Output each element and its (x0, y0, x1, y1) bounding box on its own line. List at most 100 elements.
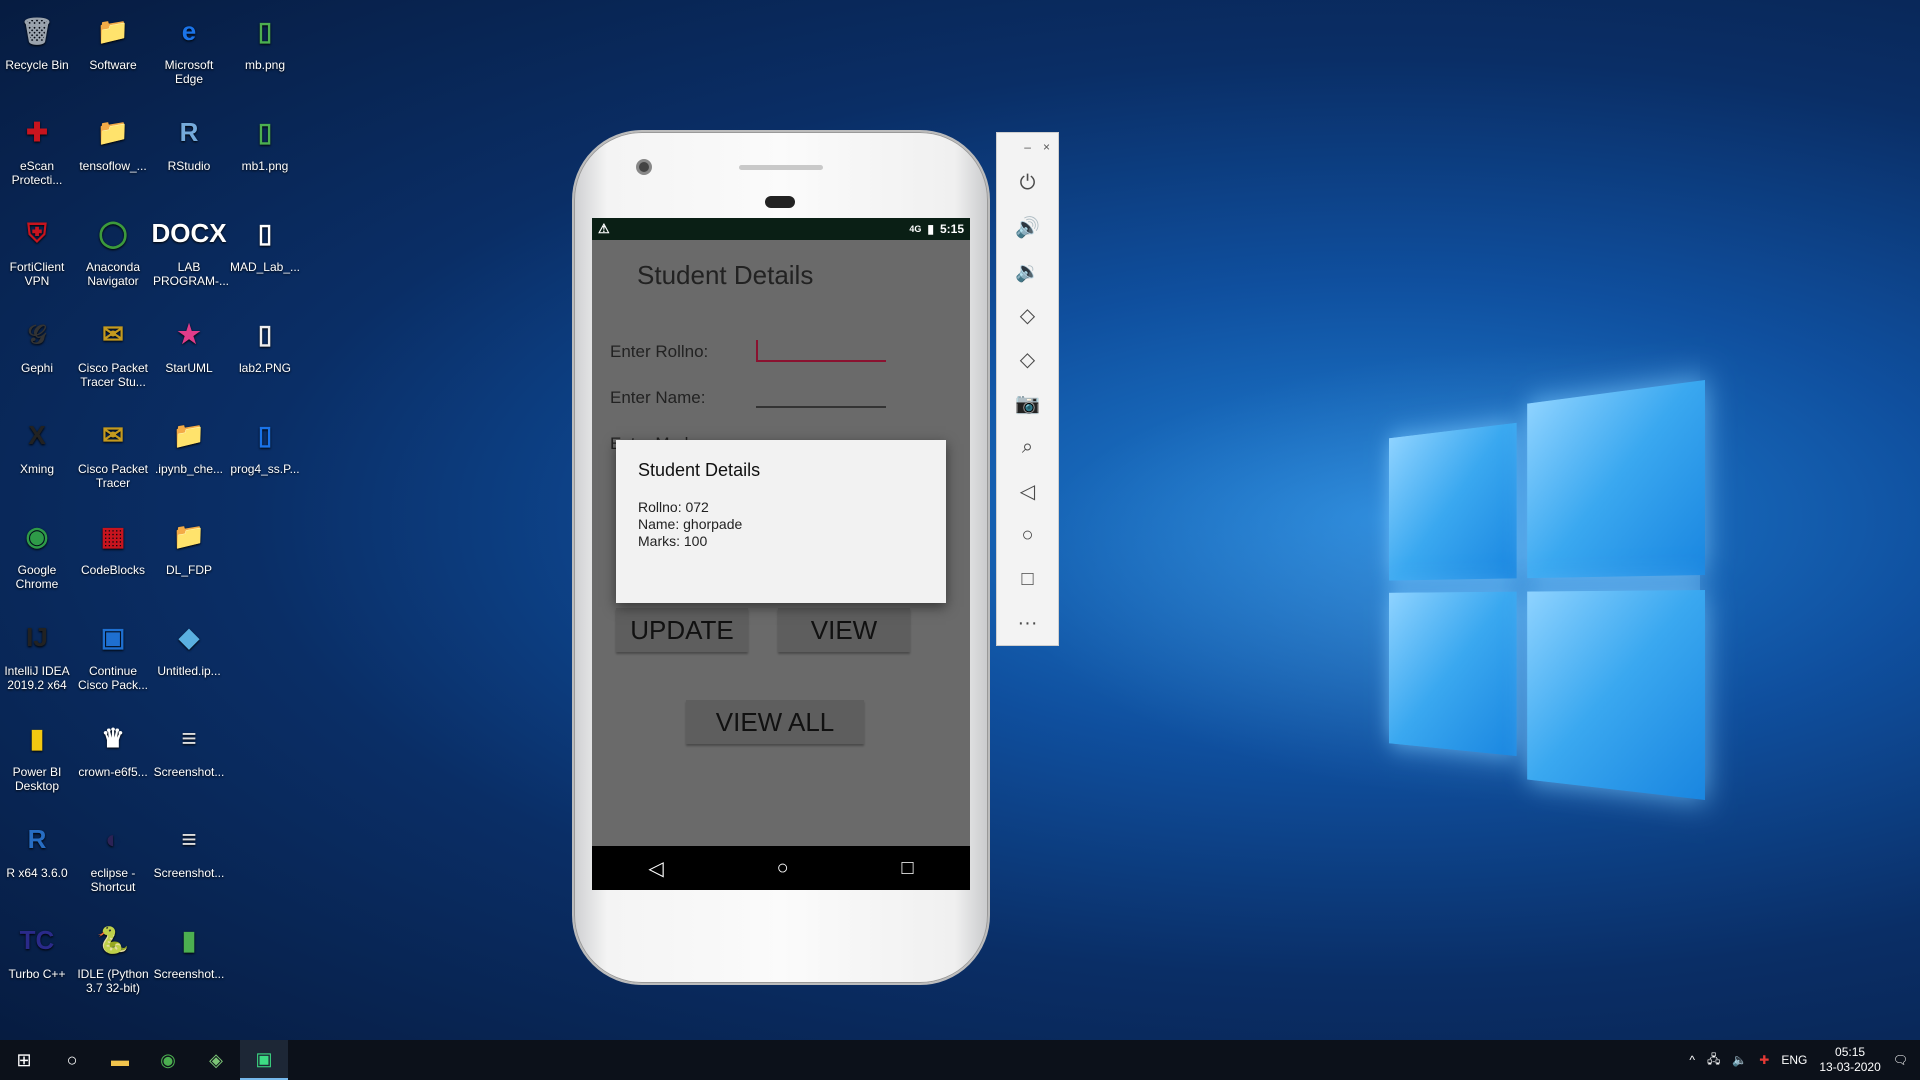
taskbar: ⊞ ○ ▬ ◉ ◈ ▣ ^ 🖧 🔈 ✚ ENG 05:15 13-03-2020… (0, 1040, 1920, 1080)
phone-speaker (739, 165, 823, 170)
desktop-icon[interactable]: ▣ Continue Cisco Pack... (77, 614, 149, 692)
rotate-right-icon[interactable]: ◇ (997, 337, 1058, 381)
language-indicator[interactable]: ENG (1781, 1053, 1807, 1067)
desktop-icon[interactable]: ◯ Anaconda Navigator (77, 210, 149, 288)
desktop-icon-label: Screenshot... (153, 765, 225, 779)
emulator-taskbar-icon[interactable]: ▣ (240, 1040, 288, 1080)
app-title: Student Details (637, 259, 814, 290)
desktop-icon-label: IDLE (Python 3.7 32-bit) (77, 967, 149, 995)
network-icon[interactable]: 🖧 (1707, 1050, 1720, 1071)
desktop-icon[interactable]: DOCX LAB PROGRAM-... (151, 210, 230, 288)
desktop-icon[interactable]: ◉ Google Chrome (1, 513, 73, 591)
file-explorer-icon[interactable]: ▬ (96, 1040, 144, 1080)
desktop-icon[interactable]: ◆ Untitled.ip... (153, 614, 225, 678)
desktop-icon[interactable]: 🗑 Recycle Bin (1, 8, 73, 72)
desktop-icon-image: ◐ (105, 824, 121, 854)
back-icon[interactable]: ◁ (648, 856, 663, 881)
desktop-icon-label: Continue Cisco Pack... (77, 664, 149, 692)
desktop-icon-label: Recycle Bin (5, 58, 69, 72)
zoom-icon[interactable]: ⌕ (997, 425, 1058, 469)
chevron-up-icon[interactable]: ^ (1689, 1053, 1695, 1067)
minimize-button[interactable]: – (1024, 140, 1031, 154)
desktop-icon[interactable]: ✉ Cisco Packet Tracer Stu... (77, 311, 149, 389)
desktop-icon[interactable]: ⛨ FortiClient VPN (1, 210, 73, 288)
desktop-icon[interactable]: R R x64 3.6.0 (1, 816, 73, 880)
clock[interactable]: 05:15 13-03-2020 (1819, 1045, 1880, 1075)
desktop-icon[interactable]: IJ IntelliJ IDEA 2019.2 x64 (1, 614, 73, 692)
desktop-icon[interactable]: 𝒢 Gephi (1, 311, 73, 375)
overview-icon[interactable]: □ (997, 557, 1058, 601)
student-details-dialog[interactable]: Student Details Rollno: 072 Name: ghorpa… (616, 440, 946, 603)
camera-icon[interactable]: 📷 (997, 381, 1058, 425)
name-input[interactable] (756, 406, 886, 408)
desktop-icon[interactable]: ▮ Power BI Desktop (1, 715, 73, 793)
view-all-button[interactable]: VIEW ALL (686, 700, 864, 744)
desktop-icon-image: ◉ (25, 521, 49, 551)
front-camera (636, 159, 652, 175)
android-studio-icon[interactable]: ◈ (192, 1040, 240, 1080)
battery-icon: ▮ (927, 222, 934, 236)
desktop-icon[interactable]: X Xming (1, 412, 73, 476)
desktop-icon[interactable]: ▯ lab2.PNG (229, 311, 301, 375)
desktop-icon[interactable]: 📁 Software (77, 8, 149, 72)
volume-down-icon[interactable]: 🔉 (997, 249, 1058, 293)
desktop-icon[interactable]: ≡ Screenshot... (153, 715, 225, 779)
desktop-icon[interactable]: 🐍 IDLE (Python 3.7 32-bit) (77, 917, 149, 995)
dialog-rollno: Rollno: 072 (638, 499, 709, 515)
start-button[interactable]: ⊞ (0, 1040, 48, 1080)
desktop-icon[interactable]: ▯ mb1.png (229, 109, 301, 173)
desktop-icon-image: ▯ (257, 420, 273, 450)
volume-up-icon[interactable]: 🔊 (997, 205, 1058, 249)
rotate-left-icon[interactable]: ◇ (997, 293, 1058, 337)
warning-icon: ⚠ (598, 221, 610, 236)
desktop-icon-image: ◆ (179, 622, 199, 652)
more-icon[interactable]: ··· (997, 601, 1058, 645)
desktop-icon[interactable]: 📁 tensoflow_... (77, 109, 149, 173)
desktop-icon-image: 🗑 (20, 16, 54, 46)
close-button[interactable]: × (1043, 140, 1050, 154)
desktop-icon[interactable]: ♛ crown-e6f5... (77, 715, 149, 779)
desktop-icon[interactable]: ✚ eScan Protecti... (1, 109, 73, 187)
status-time: 5:15 (939, 222, 964, 236)
desktop-icon-label: IntelliJ IDEA 2019.2 x64 (4, 664, 70, 692)
desktop-icon[interactable]: ◐ eclipse - Shortcut (77, 816, 149, 894)
escan-tray-icon[interactable]: ✚ (1759, 1053, 1769, 1067)
desktop-icon[interactable]: ≡ Screenshot... (153, 816, 225, 880)
desktop-icon[interactable]: ▯ MAD_Lab_... (229, 210, 301, 274)
dialog-name: Name: ghorpade (638, 516, 743, 532)
desktop-icon-label: Cisco Packet Tracer (77, 462, 149, 490)
desktop-icon-label: R x64 3.6.0 (6, 866, 68, 880)
desktop-icon-label: mb.png (244, 58, 286, 72)
update-button[interactable]: UPDATE (616, 608, 748, 652)
volume-icon[interactable]: 🔈 (1732, 1053, 1747, 1067)
search-icon[interactable]: ○ (48, 1040, 96, 1080)
desktop-icon-label: LAB PROGRAM-... (153, 260, 230, 288)
rollno-input[interactable] (756, 360, 886, 362)
notifications-icon[interactable]: 🗨 (1893, 1053, 1908, 1067)
desktop-icon-image: IJ (26, 622, 48, 652)
desktop-icon[interactable]: ▦ CodeBlocks (77, 513, 149, 577)
desktop-icon[interactable]: R RStudio (153, 109, 225, 173)
desktop-icon-label: MAD_Lab_... (229, 260, 301, 274)
desktop-icon-image: ▯ (257, 319, 273, 349)
home-icon[interactable]: ○ (777, 857, 789, 880)
desktop-icon[interactable]: ✉ Cisco Packet Tracer (77, 412, 149, 490)
phone-screen[interactable]: ⚠ 4G ▮ 5:15 Student Details Enter Rollno… (592, 218, 970, 890)
desktop-icon[interactable]: e Microsoft Edge (153, 8, 225, 86)
desktop-icon[interactable]: 📁 DL_FDP (153, 513, 225, 577)
power-icon[interactable]: ⏻ (997, 161, 1058, 205)
desktop-icon[interactable]: ▯ mb.png (229, 8, 301, 72)
desktop-icon[interactable]: ▮ Screenshot... (153, 917, 225, 981)
desktop-icon[interactable]: TC Turbo C++ (1, 917, 73, 981)
desktop-icon[interactable]: ★ StarUML (153, 311, 225, 375)
recents-icon[interactable]: □ (901, 857, 913, 880)
desktop-icon-label: Power BI Desktop (12, 765, 62, 793)
view-button[interactable]: VIEW (778, 608, 910, 652)
back-icon[interactable]: ◁ (997, 469, 1058, 513)
desktop-icon[interactable]: ▯ prog4_ss.P... (229, 412, 301, 476)
desktop-icon[interactable]: 📁 .ipynb_che... (153, 412, 225, 476)
home-icon[interactable]: ○ (997, 513, 1058, 557)
desktop-icon-label: mb1.png (241, 159, 289, 173)
chrome-icon[interactable]: ◉ (144, 1040, 192, 1080)
phone-earpiece (765, 196, 795, 208)
